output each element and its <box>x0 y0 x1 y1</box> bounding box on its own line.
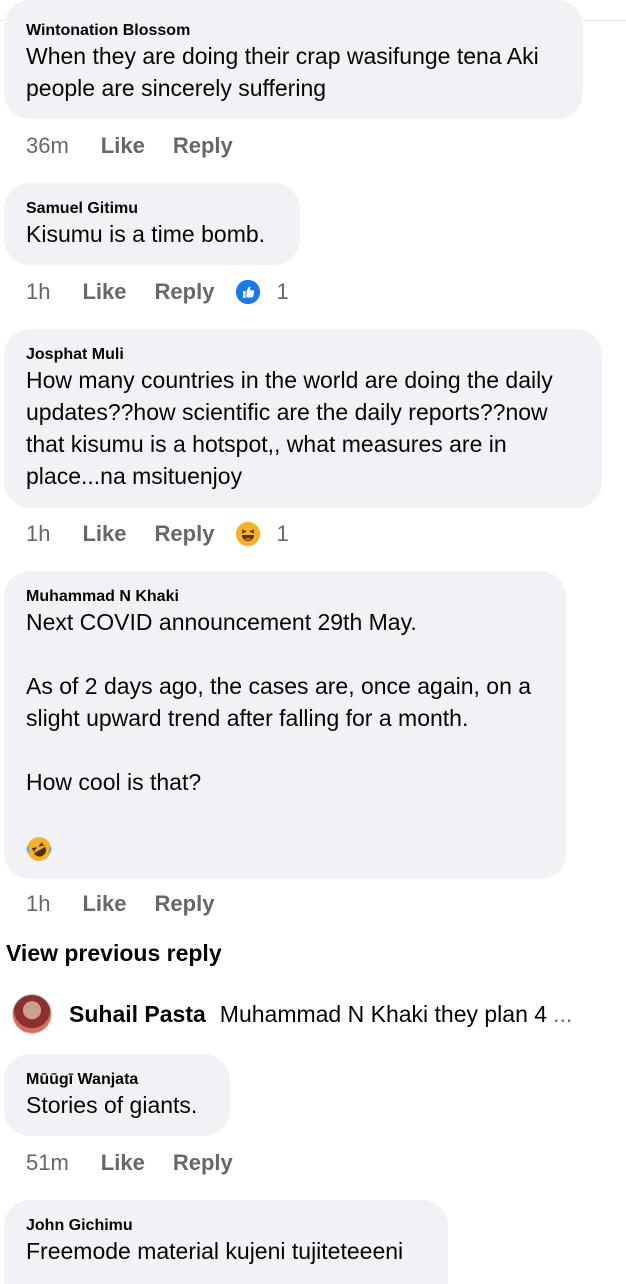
comment-author[interactable]: Mūūgī Wanjata <box>26 1071 208 1089</box>
comment-text: Stories of giants. <box>26 1092 198 1118</box>
comment-actions: 1h Like Reply 1 <box>26 276 289 308</box>
like-button[interactable]: Like <box>82 521 126 547</box>
comment-timestamp[interactable]: 1h <box>26 279 50 305</box>
comment-timestamp[interactable]: 51m <box>26 1150 69 1176</box>
comment-text: When they are doing their crap wasifunge… <box>26 43 546 101</box>
reply-button[interactable]: Reply <box>155 279 215 305</box>
rofl-emoji-icon <box>26 836 52 862</box>
comment-author[interactable]: Josphat Muli <box>26 346 580 364</box>
like-button[interactable]: Like <box>82 279 126 305</box>
reply-button[interactable]: Reply <box>173 1150 233 1176</box>
like-button[interactable]: Like <box>101 133 145 159</box>
reaction-count[interactable]: 1 <box>276 279 288 305</box>
reply-button[interactable]: Reply <box>155 521 215 547</box>
reply-preview[interactable]: Suhail Pasta Muhammad N Khaki they plan … <box>12 994 572 1034</box>
comment-bubble[interactable]: Samuel Gitimu Kisumu is a time bomb. <box>4 183 300 265</box>
reply-button[interactable]: Reply <box>173 133 233 159</box>
comment-actions: 1h Like Reply <box>26 888 214 920</box>
like-reaction-icon[interactable] <box>236 280 261 304</box>
haha-reaction-icon[interactable] <box>236 522 261 546</box>
like-button[interactable]: Like <box>82 891 126 917</box>
comment-author[interactable]: Samuel Gitimu <box>26 200 278 218</box>
comment-bubble[interactable]: John Gichimu Freemode material kujeni tu… <box>4 1200 448 1284</box>
comment-author[interactable]: Wintonation Blossom <box>26 22 561 40</box>
view-previous-reply-link[interactable]: View previous reply <box>6 940 222 967</box>
reply-ellipsis: ... <box>553 1000 573 1027</box>
comment-text: Next COVID announcement 29th May. As of … <box>26 609 532 795</box>
comment-text: Freemode material kujeni tujiteteeeni <box>26 1238 404 1264</box>
reply-text: Muhammad N Khaki they plan 4 <box>219 1000 548 1027</box>
comment-timestamp[interactable]: 1h <box>26 521 50 547</box>
comment-text: Kisumu is a time bomb. <box>26 221 266 247</box>
comment-timestamp[interactable]: 36m <box>26 133 69 159</box>
comment-bubble[interactable]: Wintonation Blossom When they are doing … <box>4 0 583 119</box>
comment-actions: 36m Like Reply <box>26 130 233 162</box>
comment-text: How many countries in the world are doin… <box>26 367 560 489</box>
comment-actions: 51m Like Reply <box>26 1147 233 1179</box>
comment-bubble[interactable]: Josphat Muli How many countries in the w… <box>4 329 602 508</box>
avatar[interactable] <box>12 994 52 1034</box>
comment-bubble[interactable]: Mūūgī Wanjata Stories of giants. <box>4 1054 230 1136</box>
like-button[interactable]: Like <box>101 1150 145 1176</box>
comment-author[interactable]: Muhammad N Khaki <box>26 588 544 606</box>
comment-timestamp[interactable]: 1h <box>26 891 50 917</box>
comment-author[interactable]: John Gichimu <box>26 1217 426 1235</box>
comment-actions: 1h Like Reply 1 <box>26 518 289 550</box>
comment-bubble[interactable]: Muhammad N Khaki Next COVID announcement… <box>4 571 566 879</box>
reaction-count[interactable]: 1 <box>276 521 288 547</box>
reply-button[interactable]: Reply <box>155 891 215 917</box>
reply-author[interactable]: Suhail Pasta <box>69 1001 206 1028</box>
